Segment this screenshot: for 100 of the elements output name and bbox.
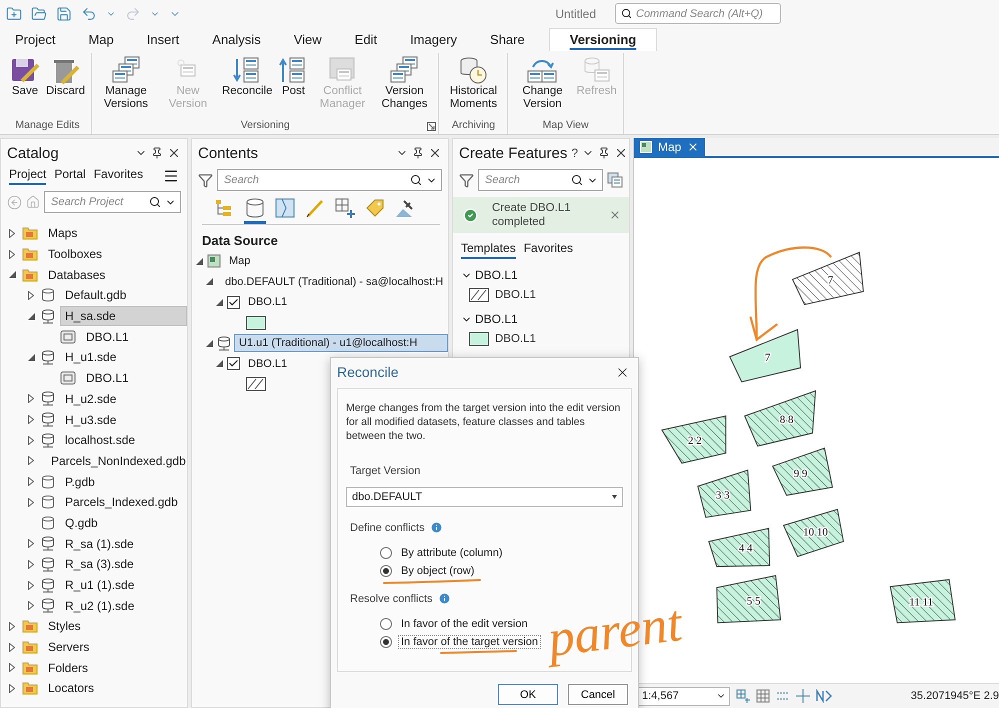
open-folder-icon[interactable] xyxy=(31,6,47,22)
filter-icon[interactable] xyxy=(198,172,213,188)
scale-field[interactable]: 1:4,567 xyxy=(638,686,730,706)
collapsed-caret-icon[interactable] xyxy=(28,394,34,404)
pin-icon[interactable] xyxy=(598,147,610,159)
ribbon-tab[interactable]: View xyxy=(284,29,331,51)
ribbon-tab[interactable]: Edit xyxy=(346,29,386,51)
expanded-caret-icon[interactable] xyxy=(28,354,34,361)
undo-icon[interactable] xyxy=(81,6,97,22)
catalog-tab[interactable]: Project xyxy=(9,167,46,185)
catalog-item[interactable]: Styles xyxy=(43,616,86,636)
template-item[interactable]: DBO.L1 xyxy=(495,289,536,301)
catalog-item[interactable]: Maps xyxy=(43,223,82,244)
templates-tab[interactable]: Templates xyxy=(461,241,516,259)
catalog-item[interactable]: H_u2.sde xyxy=(60,388,122,409)
catalog-item[interactable]: H_sa.sde xyxy=(60,306,187,326)
catalog-item[interactable]: Q.gdb xyxy=(60,512,103,533)
catalog-item[interactable]: R_u2 (1).sde xyxy=(60,596,140,616)
catalog-item[interactable]: Default.gdb xyxy=(60,285,132,306)
catalog-item[interactable]: R_sa (3).sde xyxy=(60,554,139,574)
catalog-item[interactable]: Parcels_NonIndexed.gdb xyxy=(46,450,191,471)
pin-icon[interactable] xyxy=(151,147,163,159)
ribbon-button[interactable]: Manage Versions xyxy=(96,53,156,112)
collapsed-caret-icon[interactable] xyxy=(28,560,34,569)
expanded-caret-icon[interactable] xyxy=(206,278,212,286)
dialog-button[interactable]: Cancel xyxy=(568,684,628,705)
catalog-item[interactable]: Folders xyxy=(43,658,94,678)
help-button[interactable]: ? xyxy=(571,146,578,160)
layer-item[interactable]: DBO.L1 xyxy=(243,293,292,312)
grid-plus-icon[interactable] xyxy=(736,689,750,703)
expanded-caret-icon[interactable] xyxy=(196,258,202,265)
ribbon-tab[interactable]: Map xyxy=(79,29,123,51)
filter-icon[interactable] xyxy=(459,172,474,188)
layer-checkbox[interactable] xyxy=(227,357,240,370)
north-arrow-icon[interactable] xyxy=(816,689,832,703)
catalog-item[interactable]: Toolboxes xyxy=(43,244,108,264)
ribbon-button[interactable]: Post xyxy=(276,53,310,100)
collapsed-caret-icon[interactable] xyxy=(28,539,34,548)
close-icon[interactable] xyxy=(167,146,181,160)
pin-icon[interactable] xyxy=(412,147,424,159)
search-field[interactable]: Search xyxy=(217,169,442,191)
layer-checkbox[interactable] xyxy=(227,296,240,309)
catalog-item[interactable]: H_u3.sde xyxy=(60,410,122,430)
radio-button[interactable] xyxy=(380,636,392,648)
catalog-item[interactable]: DBO.L1 xyxy=(81,326,134,347)
layer-item[interactable]: DBO.L1 xyxy=(243,354,292,373)
target-version-dropdown[interactable]: dbo.DEFAULT xyxy=(346,487,623,507)
collapsed-caret-icon[interactable] xyxy=(9,684,15,693)
command-search-field[interactable]: Command Search (Alt+Q) xyxy=(615,3,781,24)
expanded-caret-icon[interactable] xyxy=(28,312,34,320)
layer-item[interactable]: Map xyxy=(224,252,256,270)
search-field[interactable]: Search xyxy=(478,169,603,191)
close-icon[interactable] xyxy=(428,146,442,160)
collapsed-caret-icon[interactable] xyxy=(9,642,15,652)
collapsed-caret-icon[interactable] xyxy=(28,456,34,466)
template-group-label[interactable]: DBO.L1 xyxy=(475,312,518,326)
ribbon-button[interactable]: Reconcile xyxy=(220,53,274,100)
expanded-caret-icon[interactable] xyxy=(206,340,212,347)
radio-label[interactable]: In favor of the target version xyxy=(398,635,541,649)
expanded-caret-icon[interactable] xyxy=(216,298,222,306)
layer-item[interactable]: U1.u1 (Traditional) - u1@localhost:H xyxy=(234,334,448,352)
radio-label[interactable]: In favor of the edit version xyxy=(398,617,531,631)
radio-label[interactable]: By attribute (column) xyxy=(398,546,506,560)
catalog-item[interactable]: Servers xyxy=(43,637,94,658)
catalog-tab[interactable]: Portal xyxy=(54,167,86,185)
ribbon-tab[interactable]: Imagery xyxy=(401,29,466,51)
menu-icon[interactable] xyxy=(163,168,179,184)
ribbon-button[interactable]: Discard xyxy=(44,53,87,100)
save-icon[interactable] xyxy=(56,6,72,22)
expanded-caret-icon[interactable] xyxy=(8,271,16,278)
catalog-item[interactable]: Parcels_Indexed.gdb xyxy=(60,492,183,512)
ribbon-button[interactable]: Change Version xyxy=(512,53,572,112)
catalog-tab[interactable]: Favorites xyxy=(94,167,144,185)
table-options-icon[interactable] xyxy=(607,172,623,188)
catalog-item[interactable]: DBO.L1 xyxy=(81,368,134,388)
info-icon[interactable] xyxy=(430,521,443,534)
catalog-item[interactable]: Databases xyxy=(43,264,110,285)
ribbon-tab[interactable]: Analysis xyxy=(203,29,270,51)
ribbon-tab[interactable]: Versioning xyxy=(548,28,658,51)
dialog-button[interactable]: OK xyxy=(498,684,558,705)
collapsed-caret-icon[interactable] xyxy=(28,498,34,507)
new-project-icon[interactable] xyxy=(6,6,22,22)
catalog-item[interactable]: localhost.sde xyxy=(60,430,140,450)
map-tab[interactable]: Map xyxy=(634,138,706,156)
collapsed-caret-icon[interactable] xyxy=(28,436,34,445)
catalog-item[interactable]: R_sa (1).sde xyxy=(60,534,139,554)
collapsed-caret-icon[interactable] xyxy=(9,663,15,672)
dialog-launcher-icon[interactable] xyxy=(427,122,436,131)
ribbon-tab[interactable]: Project xyxy=(6,29,64,51)
ribbon-tab[interactable]: Share xyxy=(481,29,534,51)
ribbon-button[interactable]: Save xyxy=(8,53,42,100)
crosshair-icon[interactable] xyxy=(796,689,810,703)
layer-item[interactable]: dbo.DEFAULT (Traditional) - sa@localhost:H xyxy=(220,272,448,291)
collapsed-caret-icon[interactable] xyxy=(28,290,34,300)
ribbon-button[interactable]: Historical Moments xyxy=(443,53,504,112)
collapsed-caret-icon[interactable] xyxy=(9,228,15,238)
info-icon[interactable] xyxy=(438,592,451,605)
collapsed-caret-icon[interactable] xyxy=(9,250,15,259)
ribbon-tab[interactable]: Insert xyxy=(138,29,188,51)
grid-icon[interactable] xyxy=(756,689,770,703)
